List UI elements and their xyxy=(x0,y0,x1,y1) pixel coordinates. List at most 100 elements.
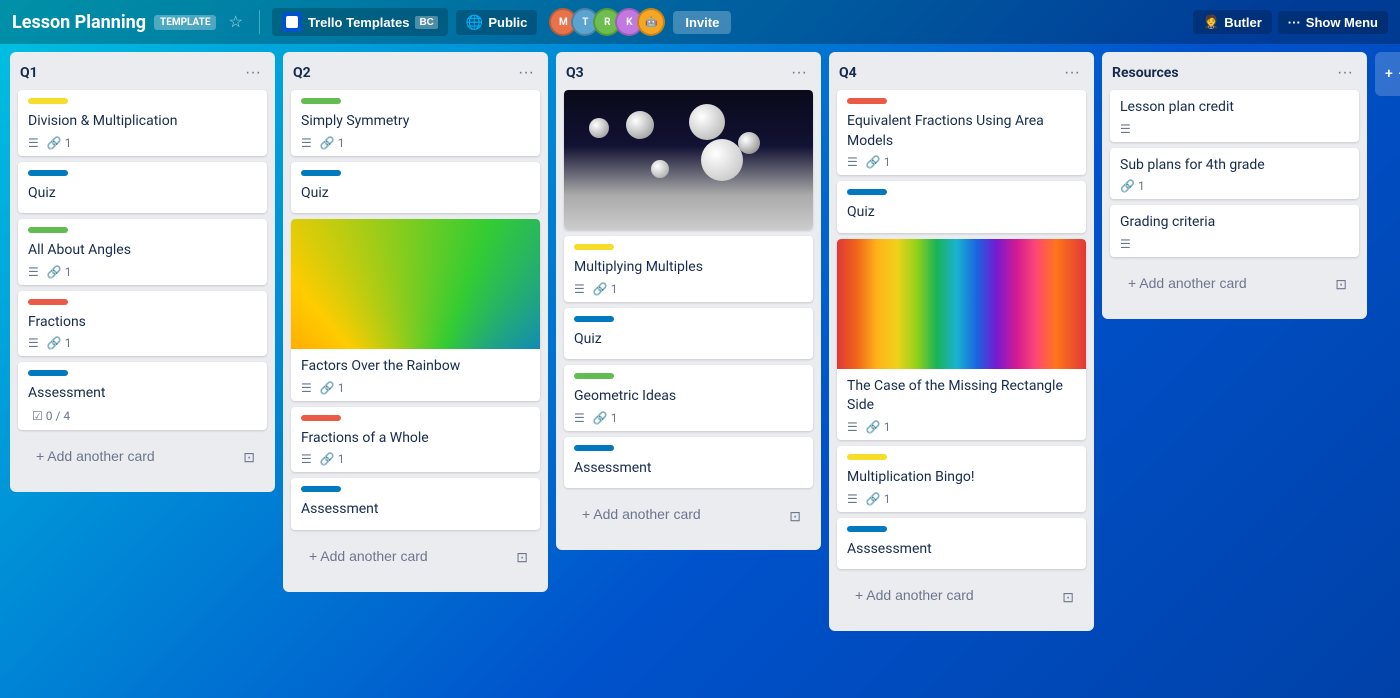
card-meta: ☰ 🔗 1 xyxy=(28,336,257,350)
attachment-icon: 🔗 xyxy=(320,136,335,150)
butler-label: Butler xyxy=(1224,15,1262,30)
card-fractions-of-whole[interactable]: Fractions of a Whole ☰ 🔗 1 xyxy=(291,407,540,473)
card-template-button-q1[interactable]: ⊡ xyxy=(239,445,259,470)
add-card-footer-resources: + Add another card ⊡ xyxy=(1110,263,1359,311)
add-card-button-resources[interactable]: + Add another card xyxy=(1118,267,1331,299)
attachment-item: 🔗 1 xyxy=(47,265,72,279)
butler-button[interactable]: 🤵 Butler xyxy=(1193,10,1272,34)
description-icon: ☰ xyxy=(847,492,858,506)
description-icon-item: ☰ xyxy=(1120,122,1131,136)
column-resources: Resources ··· Lesson plan credit ☰ Sub p… xyxy=(1102,52,1367,319)
card-quiz-q3[interactable]: Quiz xyxy=(564,308,813,360)
add-card-button-q3[interactable]: + Add another card xyxy=(572,498,785,530)
column-q1: Q1 ··· Division & Multiplication ☰ 🔗 1 Q… xyxy=(10,52,275,492)
visibility-button[interactable]: 🌐 Public xyxy=(456,10,537,35)
column-menu-button-q1[interactable]: ··· xyxy=(241,62,265,84)
description-icon-item: ☰ xyxy=(574,411,585,425)
description-icon-item: ☰ xyxy=(301,136,312,150)
card-multiplying-multiples[interactable]: Multiplying Multiples ☰ 🔗 1 xyxy=(564,236,813,302)
attachment-item: 🔗 1 xyxy=(866,420,891,434)
card-meta: ☰ 🔗 1 xyxy=(28,265,257,279)
card-quiz-q1[interactable]: Quiz xyxy=(18,162,267,214)
workspace-icon xyxy=(282,12,302,32)
card-title: Lesson plan credit xyxy=(1120,98,1349,118)
workspace-button[interactable]: Trello Templates BC xyxy=(272,8,448,36)
card-template-button-q4[interactable]: ⊡ xyxy=(1058,585,1078,610)
show-menu-button[interactable]: ··· Show Menu xyxy=(1278,11,1388,34)
description-icon: ☰ xyxy=(847,420,858,434)
attachment-item: 🔗 1 xyxy=(320,452,345,466)
card-multiplication-bingo[interactable]: Multiplication Bingo! ☰ 🔗 1 xyxy=(837,446,1086,512)
card-meta: ☰ 🔗 1 xyxy=(301,452,530,466)
add-card-button-q1[interactable]: + Add another card xyxy=(26,440,239,472)
card-bubbles-image[interactable] xyxy=(564,90,813,230)
attachment-item: 🔗 1 xyxy=(320,381,345,395)
card-meta: ☰ 🔗 1 xyxy=(574,282,803,296)
card-asssessment-q4[interactable]: Asssessment xyxy=(837,518,1086,570)
card-label xyxy=(28,170,68,176)
column-menu-button-resources[interactable]: ··· xyxy=(1333,62,1357,84)
card-division-multiplication[interactable]: Division & Multiplication ☰ 🔗 1 xyxy=(18,90,267,156)
card-label xyxy=(28,98,68,104)
add-column-button[interactable]: + + Add xyxy=(1375,52,1400,96)
card-quiz-q2[interactable]: Quiz xyxy=(291,162,540,214)
attachment-item: 🔗 1 xyxy=(866,492,891,506)
card-simply-symmetry[interactable]: Simply Symmetry ☰ 🔗 1 xyxy=(291,90,540,156)
column-header-q1: Q1 ··· xyxy=(10,52,275,90)
card-lesson-plan-credit[interactable]: Lesson plan credit ☰ xyxy=(1110,90,1359,142)
header-divider xyxy=(259,10,260,34)
card-label xyxy=(301,170,341,176)
column-title-q2: Q2 xyxy=(293,65,311,81)
cards-container-resources: Lesson plan credit ☰ Sub plans for 4th g… xyxy=(1102,90,1367,319)
star-button[interactable]: ☆ xyxy=(224,8,246,36)
avatar[interactable]: 🤖 xyxy=(637,8,665,36)
butler-icon: 🤵 xyxy=(1203,14,1219,30)
card-title: Sub plans for 4th grade xyxy=(1120,156,1349,176)
header-right: 🤵 Butler ··· Show Menu xyxy=(1193,10,1388,34)
card-equivalent-fractions[interactable]: Equivalent Fractions Using Area Models ☰… xyxy=(837,90,1086,175)
description-icon: ☰ xyxy=(301,381,312,395)
card-assessment-q3[interactable]: Assessment xyxy=(564,437,813,489)
card-label xyxy=(28,299,68,305)
card-title: All About Angles xyxy=(28,241,257,261)
card-assessment-q1[interactable]: Assessment ☑ 0 / 4 xyxy=(18,362,267,430)
card-template-button-q3[interactable]: ⊡ xyxy=(785,504,805,529)
card-label xyxy=(301,486,341,492)
column-menu-button-q4[interactable]: ··· xyxy=(1060,62,1084,84)
card-assessment-q2[interactable]: Assessment xyxy=(291,478,540,530)
card-title: Quiz xyxy=(28,184,257,204)
add-card-button-q2[interactable]: + Add another card xyxy=(299,540,512,572)
attachment-icon: 🔗 xyxy=(593,411,608,425)
card-template-button-q2[interactable]: ⊡ xyxy=(512,545,532,570)
card-label xyxy=(301,415,341,421)
add-card-footer-q2: + Add another card ⊡ xyxy=(291,536,540,584)
card-fractions-q1[interactable]: Fractions ☰ 🔗 1 xyxy=(18,291,267,357)
card-sub-plans[interactable]: Sub plans for 4th grade 🔗 1 xyxy=(1110,148,1359,200)
board: Q1 ··· Division & Multiplication ☰ 🔗 1 Q… xyxy=(0,44,1400,698)
column-menu-button-q2[interactable]: ··· xyxy=(514,62,538,84)
add-card-footer-q3: + Add another card ⊡ xyxy=(564,494,813,542)
bubble xyxy=(589,118,609,138)
card-title: The Case of the Missing Rectangle Side xyxy=(847,377,1076,416)
card-all-about-angles[interactable]: All About Angles ☰ 🔗 1 xyxy=(18,219,267,285)
checklist-icon: ☑ xyxy=(32,409,43,423)
card-title: Fractions of a Whole xyxy=(301,429,530,449)
add-card-button-q4[interactable]: + Add another card xyxy=(845,579,1058,611)
description-icon: ☰ xyxy=(1120,122,1131,136)
column-menu-button-q3[interactable]: ··· xyxy=(787,62,811,84)
card-template-button-resources[interactable]: ⊡ xyxy=(1331,272,1351,297)
card-title: Equivalent Fractions Using Area Models xyxy=(847,112,1076,151)
card-label xyxy=(847,189,887,195)
board-title: Lesson Planning xyxy=(12,12,146,33)
description-icon: ☰ xyxy=(1120,237,1131,251)
invite-button[interactable]: Invite xyxy=(673,11,731,34)
description-icon-item: ☰ xyxy=(28,265,39,279)
card-quiz-q4[interactable]: Quiz xyxy=(837,181,1086,233)
description-icon: ☰ xyxy=(574,411,585,425)
card-factors-over-rainbow[interactable]: Factors Over the Rainbow ☰ 🔗 1 xyxy=(291,219,540,401)
member-avatars: M T R K 🤖 xyxy=(549,8,665,36)
visibility-label: Public xyxy=(488,15,527,30)
card-missing-rectangle[interactable]: The Case of the Missing Rectangle Side ☰… xyxy=(837,239,1086,440)
card-grading-criteria[interactable]: Grading criteria ☰ xyxy=(1110,205,1359,257)
card-geometric-ideas[interactable]: Geometric Ideas ☰ 🔗 1 xyxy=(564,365,813,431)
